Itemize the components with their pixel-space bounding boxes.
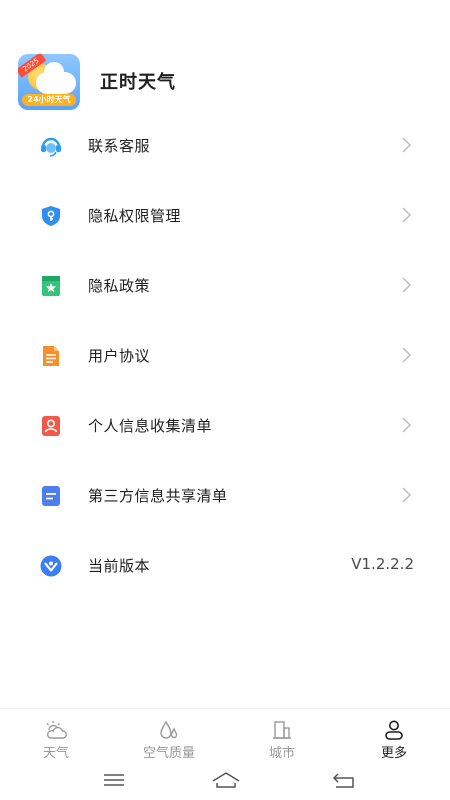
chevron-right-icon [402,137,412,153]
cloud-icon [36,62,76,94]
chevron-right-icon [402,487,412,503]
back-nav-icon[interactable] [330,770,358,790]
tab-label: 空气质量 [142,746,195,761]
note-icon [42,486,60,506]
app-header: 2025 24小时天气 正时天气 [0,52,450,112]
menu-item-privacy-permission[interactable]: 隐私权限管理 [0,180,450,250]
menu-item-customer-service[interactable]: 联系客服 [0,110,450,180]
version-icon [40,555,62,577]
tab-label: 天气 [42,746,69,761]
app-logo: 2025 24小时天气 [18,54,80,110]
menu-nav-icon[interactable] [100,770,128,790]
menu-item-label: 当前版本 [88,557,151,575]
tab-more[interactable]: 更多 [352,709,436,765]
menu-item-label: 隐私政策 [88,277,151,295]
menu-item-user-agreement[interactable]: 用户协议 [0,320,450,390]
tab-label: 更多 [380,746,407,761]
chevron-right-icon [402,277,412,293]
menu-item-label: 个人信息收集清单 [88,417,213,435]
air-quality-icon [160,720,178,739]
city-icon [273,721,291,739]
bottom-tab-bar: 天气 空气质量 城市 更多 [0,708,450,764]
customer-service-icon [41,137,61,157]
app-title: 正时天气 [100,72,176,93]
chevron-right-icon [402,347,412,363]
menu-item-privacy-policy[interactable]: 隐私政策 [0,250,450,320]
menu-item-label: 联系客服 [88,137,151,155]
menu-item-current-version[interactable]: 当前版本 V1.2.2.2 [0,530,450,600]
menu-item-label: 隐私权限管理 [88,207,182,225]
person-card-icon [42,416,60,436]
profile-icon [385,720,403,740]
menu-item-third-party-sharing[interactable]: 第三方信息共享清单 [0,460,450,530]
menu-item-personal-info-list[interactable]: 个人信息收集清单 [0,390,450,460]
settings-menu: 联系客服 隐私权限管理 隐私政策 用户协议 个人信息收集清单 第三方信息共享清单… [0,110,450,600]
tab-city[interactable]: 城市 [240,709,324,765]
weather-icon [46,721,67,739]
tab-label: 城市 [268,746,295,761]
shield-key-icon [42,206,60,226]
menu-item-label: 用户协议 [88,347,151,365]
chevron-right-icon [402,417,412,433]
chevron-right-icon [402,207,412,223]
menu-item-label: 第三方信息共享清单 [88,487,228,505]
home-nav-icon[interactable] [210,770,242,790]
tab-weather[interactable]: 天气 [14,709,98,765]
version-number: V1.2.2.2 [351,555,414,573]
tab-air-quality[interactable]: 空气质量 [124,709,214,765]
star-bookmark-icon [42,276,60,296]
logo-strip: 24小时天气 [22,94,76,106]
system-nav-bar [0,764,450,800]
document-icon [43,346,59,366]
